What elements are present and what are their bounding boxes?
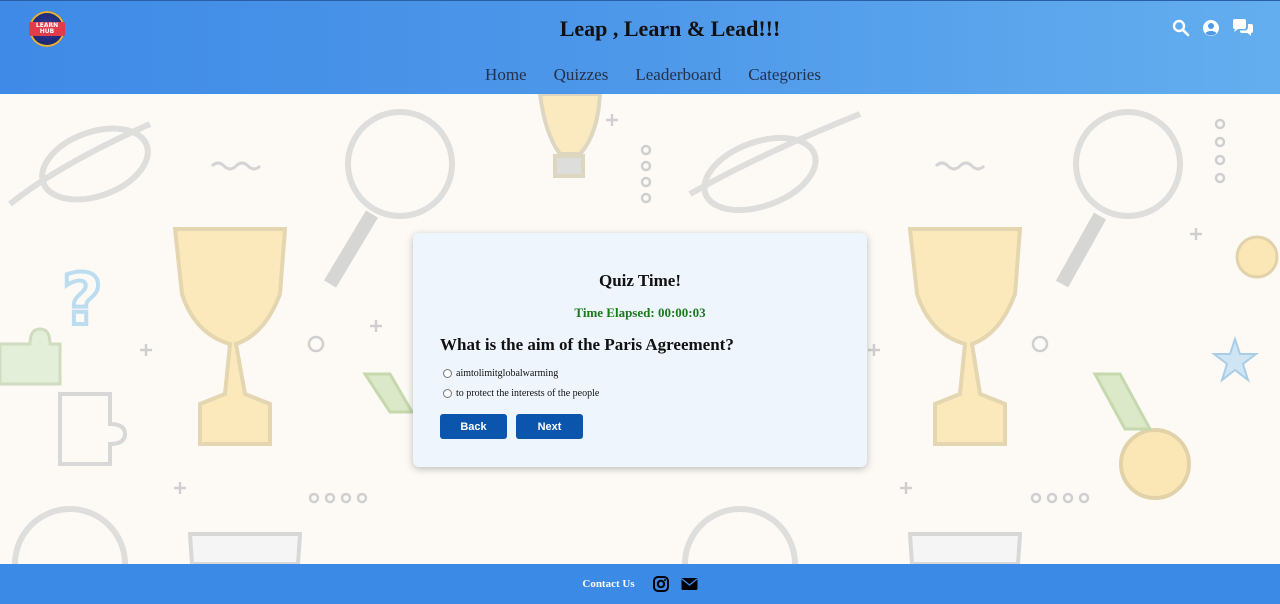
back-button[interactable]: Back [440, 414, 507, 439]
next-button[interactable]: Next [516, 414, 583, 439]
site-footer: Contact Us [0, 564, 1280, 604]
nav-leaderboard[interactable]: Leaderboard [635, 65, 721, 85]
site-title: Leap , Learn & Lead!!! [559, 16, 781, 41]
answer-option-2[interactable]: to protect the interests of the people [443, 388, 599, 399]
time-elapsed: Time Elapsed: 00:00:03 [574, 305, 706, 320]
svg-text:?: ? [62, 259, 103, 341]
instagram-icon[interactable] [652, 576, 669, 592]
question-text: What is the aim of the Paris Agreement? [440, 335, 734, 354]
email-icon[interactable] [681, 577, 698, 591]
answer-option-2-label: to protect the interests of the people [456, 388, 600, 399]
quiz-card: Quiz Time! Time Elapsed: 00:00:03 What i… [413, 233, 867, 467]
answer-radio-2[interactable] [443, 389, 452, 398]
nav-home[interactable]: Home [485, 65, 527, 85]
answer-option-1[interactable]: aimtolimitglobalwarming [443, 368, 558, 379]
answer-radio-1[interactable] [443, 369, 452, 378]
search-icon[interactable] [1172, 19, 1190, 37]
user-account-icon[interactable] [1202, 19, 1220, 37]
quiz-title: Quiz Time! [598, 271, 681, 290]
answer-option-1-label: aimtolimitglobalwarming [456, 368, 559, 379]
header-icons [1172, 19, 1254, 37]
site-header: LEARN HUB Leap , Learn & Lead!!! Home Qu… [0, 0, 1280, 94]
contact-us-link[interactable]: Contact Us [582, 578, 634, 590]
main-nav: Home Quizzes Leaderboard Categories [0, 65, 1280, 85]
chat-icon[interactable] [1232, 19, 1254, 37]
nav-quizzes[interactable]: Quizzes [554, 65, 609, 85]
nav-categories[interactable]: Categories [748, 65, 821, 85]
